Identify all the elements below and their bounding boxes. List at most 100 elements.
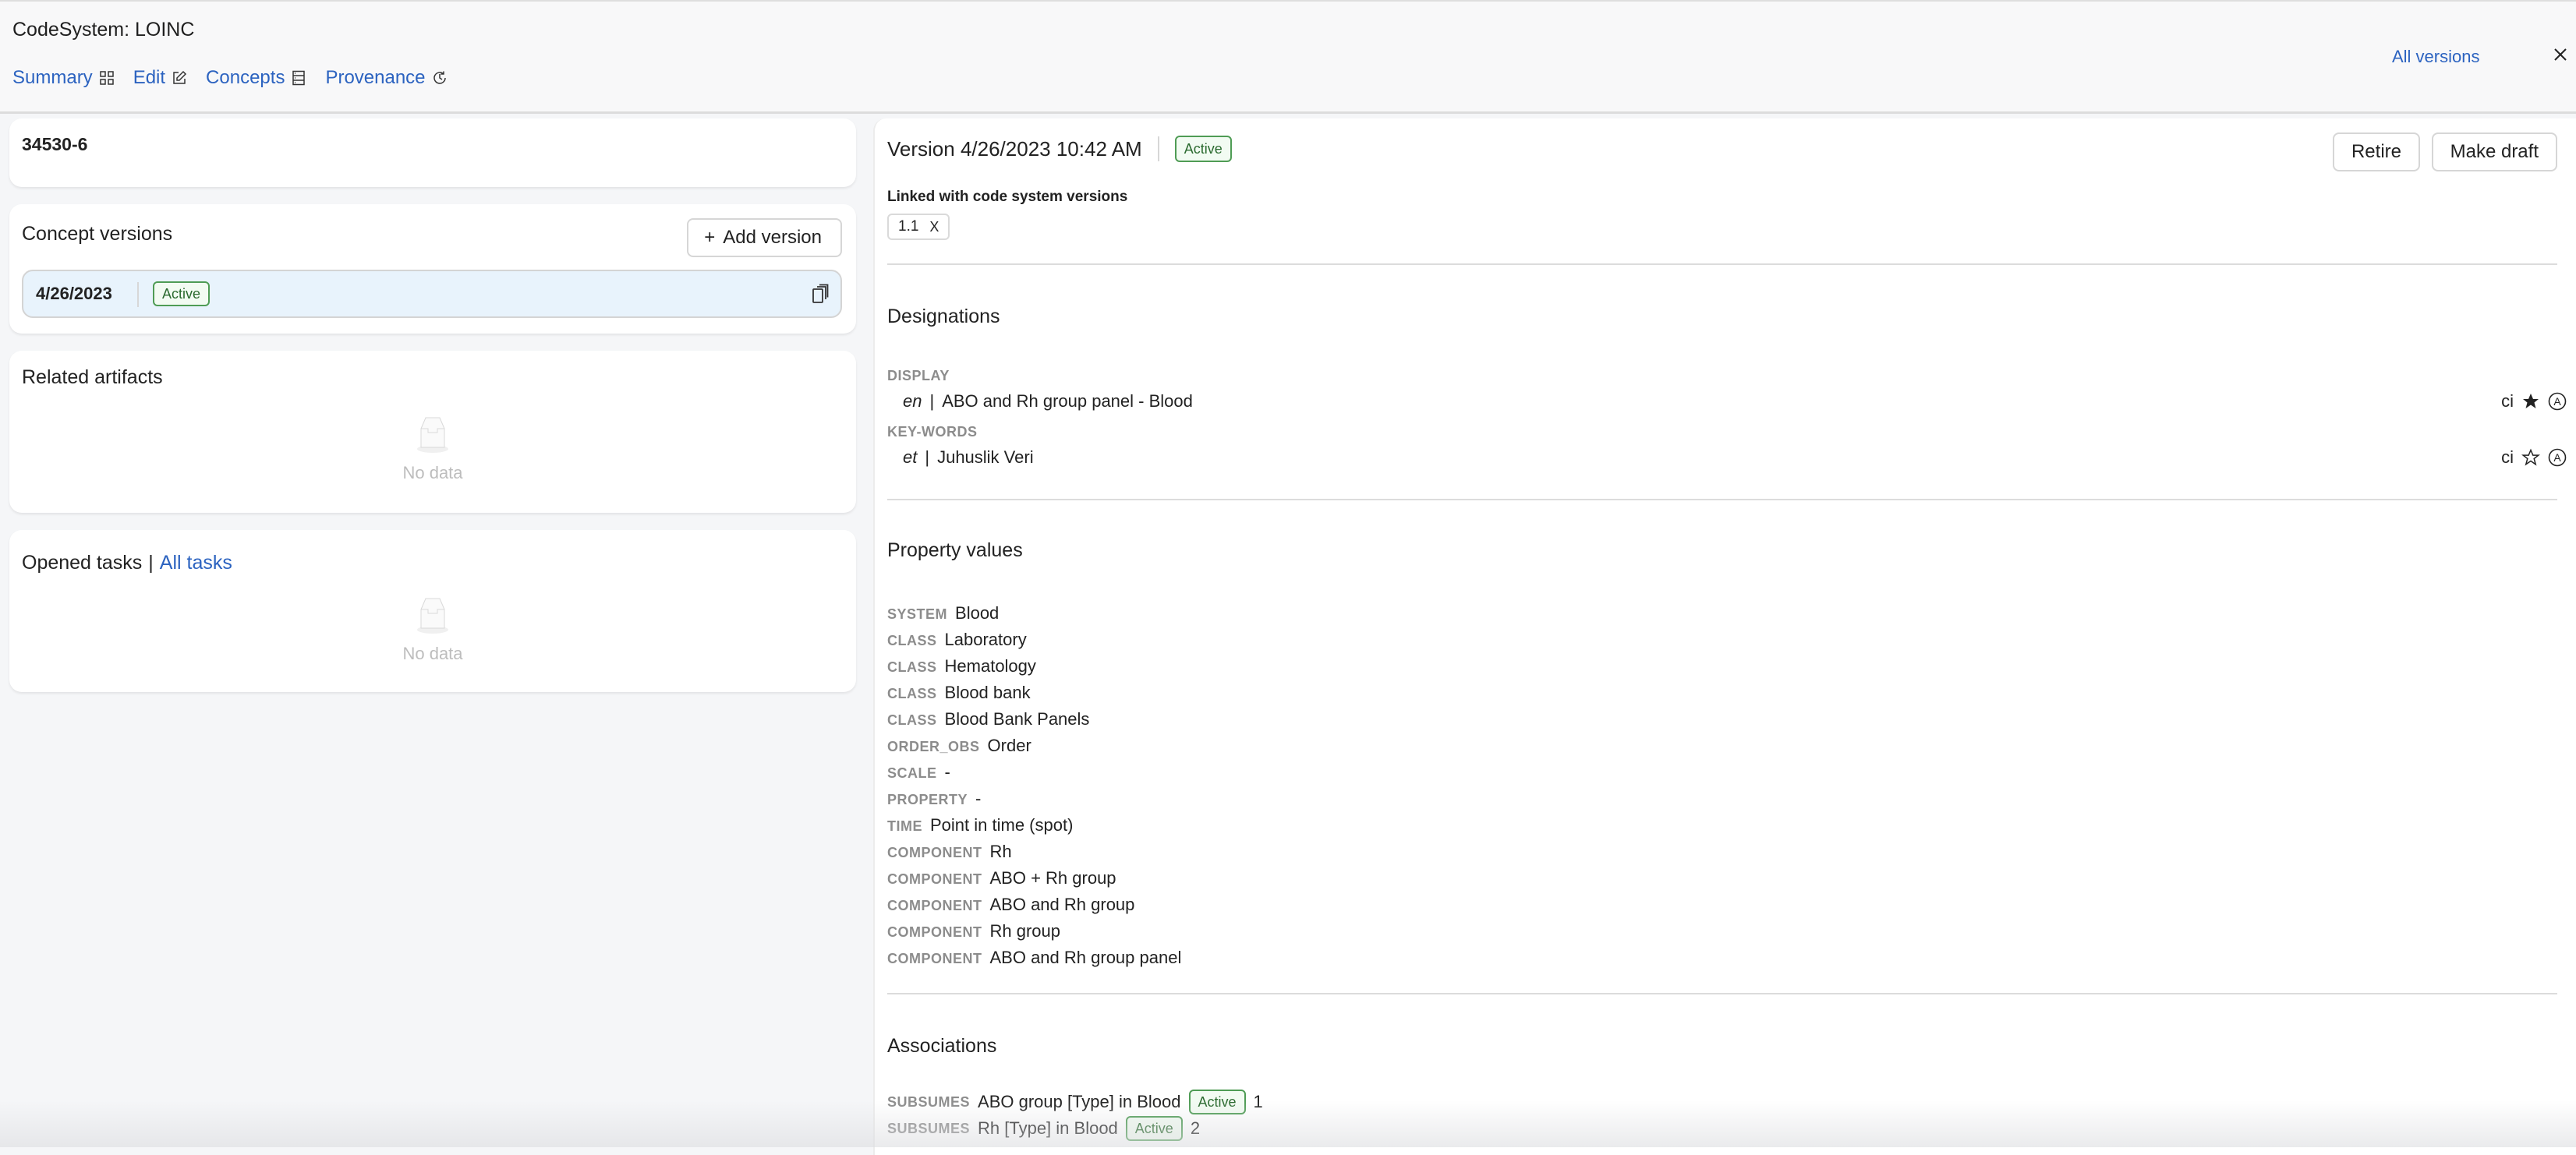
association-row: SUBSUMES Rh [Type] in Blood Active 2 xyxy=(887,1116,1200,1141)
designation-language: en xyxy=(903,391,922,411)
designation-language: et xyxy=(903,447,917,467)
tab-concepts[interactable]: Concepts xyxy=(206,67,306,89)
property-value: - xyxy=(945,762,950,782)
property-values-title: Property values xyxy=(887,539,1023,562)
association-type: SUBSUMES xyxy=(887,1121,970,1137)
association-type: SUBSUMES xyxy=(887,1094,970,1111)
property-value: Blood bank xyxy=(945,683,1031,703)
status-a-icon: A xyxy=(2548,392,2567,411)
designation-value: ABO and Rh group panel - Blood xyxy=(942,391,1193,411)
association-target[interactable]: Rh [Type] in Blood xyxy=(978,1118,1118,1139)
property-value: - xyxy=(975,789,981,809)
version-date: 4/26/2023 xyxy=(36,284,112,304)
empty-text: No data xyxy=(402,644,462,664)
star-filled-icon[interactable] xyxy=(2521,392,2540,411)
retire-button[interactable]: Retire xyxy=(2333,132,2420,171)
tab-provenance-label: Provenance xyxy=(325,67,425,89)
opened-tasks-title: Opened tasks xyxy=(22,552,142,574)
empty-text: No data xyxy=(402,463,462,483)
make-draft-button[interactable]: Make draft xyxy=(2432,132,2557,171)
property-row: CLASS Hematology xyxy=(887,656,1036,676)
designation-meta: ci A xyxy=(2501,391,2567,411)
case-sensitivity: ci xyxy=(2501,391,2514,411)
designation-type: DISPLAY xyxy=(887,368,950,384)
add-version-button[interactable]: + Add version xyxy=(687,218,842,257)
property-key: ORDER_OBS xyxy=(887,739,980,755)
add-version-label: Add version xyxy=(723,227,822,249)
property-key: SCALE xyxy=(887,765,937,782)
concept-code-card: 34530-6 xyxy=(9,118,856,187)
property-key: COMPONENT xyxy=(887,845,982,861)
property-row: SCALE- xyxy=(887,762,950,782)
copy-icon[interactable] xyxy=(811,284,830,304)
divider xyxy=(887,993,2557,994)
associations-title: Associations xyxy=(887,1035,996,1058)
separator xyxy=(137,282,139,307)
divider xyxy=(887,263,2557,265)
property-row: TIME Point in time (spot) xyxy=(887,815,1073,835)
concept-code: 34530-6 xyxy=(22,134,87,155)
association-target[interactable]: ABO group [Type] in Blood xyxy=(978,1092,1181,1112)
property-row: PROPERTY- xyxy=(887,789,981,809)
association-order: 2 xyxy=(1191,1118,1200,1139)
all-tasks-link[interactable]: All tasks xyxy=(160,552,232,574)
concept-versions-card: Concept versions + Add version 4/26/2023… xyxy=(9,204,856,334)
related-artifacts-title: Related artifacts xyxy=(22,366,163,389)
property-value: Rh xyxy=(990,842,1012,862)
property-value: Blood xyxy=(955,603,999,623)
property-value: ABO and Rh group panel xyxy=(990,948,1182,968)
status-badge: Active xyxy=(1126,1116,1183,1141)
property-key: COMPONENT xyxy=(887,898,982,914)
version-title: Version 4/26/2023 10:42 AM xyxy=(887,137,1142,161)
status-badge: Active xyxy=(1189,1090,1246,1114)
separator: | xyxy=(925,447,929,467)
tab-edit-label: Edit xyxy=(133,67,165,89)
page-header: CodeSystem: LOINC Summary Edit Concepts … xyxy=(0,0,2576,114)
property-key: COMPONENT xyxy=(887,951,982,967)
property-row: SYSTEM Blood xyxy=(887,603,999,623)
separator: | xyxy=(148,552,154,574)
designation-row: et|Juhuslik Veri xyxy=(903,447,1034,468)
linked-version-chip: 1.1 X xyxy=(887,214,950,240)
property-value: ABO + Rh group xyxy=(990,868,1116,888)
property-value: ABO and Rh group xyxy=(990,895,1135,915)
tab-provenance[interactable]: Provenance xyxy=(325,67,447,89)
close-icon[interactable] xyxy=(2551,45,2570,64)
designation-row: en|ABO and Rh group panel - Blood xyxy=(903,391,1193,411)
tab-edit[interactable]: Edit xyxy=(133,67,187,89)
designations-title: Designations xyxy=(887,306,1000,328)
separator xyxy=(1158,136,1159,161)
case-sensitivity: ci xyxy=(2501,447,2514,468)
svg-text:A: A xyxy=(2553,451,2561,464)
property-row: CLASSLaboratory xyxy=(887,630,1027,650)
concept-versions-title: Concept versions xyxy=(22,223,172,245)
property-key: SYSTEM xyxy=(887,606,947,623)
property-row: COMPONENT ABO and Rh group xyxy=(887,895,1134,915)
property-row: COMPONENT ABO and Rh group panel xyxy=(887,948,1181,968)
empty-inbox-icon xyxy=(416,413,450,454)
property-row: CLASSBlood bank xyxy=(887,683,1031,703)
related-artifacts-card: Related artifacts No data xyxy=(9,351,856,513)
property-key: PROPERTY xyxy=(887,792,968,808)
property-row: CLASSBlood Bank Panels xyxy=(887,709,1089,729)
property-key: CLASS xyxy=(887,659,937,676)
remove-icon[interactable]: X xyxy=(929,219,939,235)
status-badge: Active xyxy=(153,281,210,306)
star-outline-icon[interactable] xyxy=(2521,448,2540,467)
property-value: Laboratory xyxy=(945,630,1027,650)
tab-summary[interactable]: Summary xyxy=(12,67,115,89)
property-value: Order xyxy=(988,736,1031,756)
property-row: ORDER_OBS Order xyxy=(887,736,1031,756)
history-icon xyxy=(432,70,448,86)
empty-state: No data xyxy=(9,413,856,483)
all-versions-link[interactable]: All versions xyxy=(2392,47,2479,67)
page-title: CodeSystem: LOINC xyxy=(12,19,194,41)
property-value: Hematology xyxy=(945,656,1036,676)
designation-type: KEY-WORDS xyxy=(887,424,978,440)
property-key: TIME xyxy=(887,818,922,835)
grid-icon xyxy=(99,70,115,86)
opened-tasks-header: Opened tasks | All tasks xyxy=(22,552,232,574)
linked-version-value: 1.1 xyxy=(898,218,918,235)
property-value: Point in time (spot) xyxy=(930,815,1073,835)
concept-version-item[interactable]: 4/26/2023 Active xyxy=(22,270,842,318)
